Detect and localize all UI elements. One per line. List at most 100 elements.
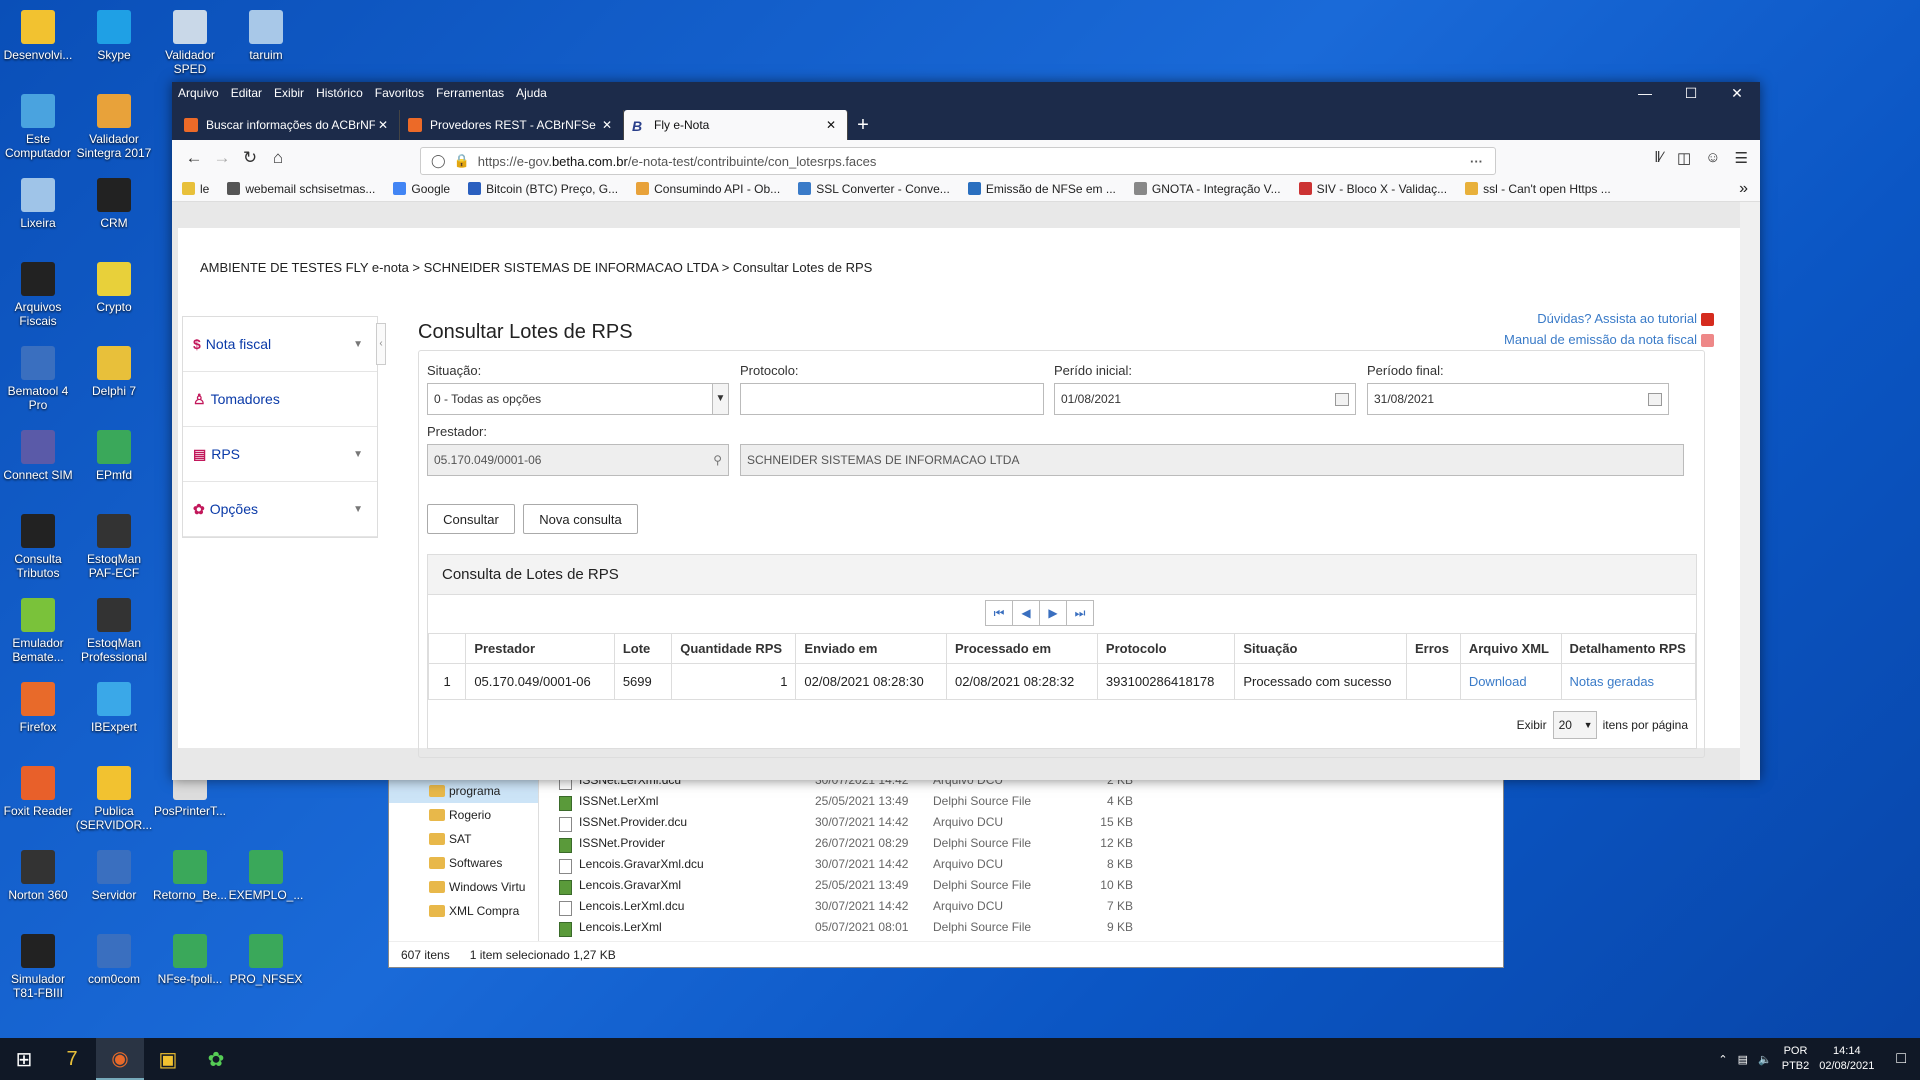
desktop-icon[interactable]: Connect SIM	[0, 430, 78, 482]
close-tab-icon[interactable]: ✕	[823, 118, 839, 132]
new-tab-icon[interactable]: +	[848, 110, 878, 140]
desktop-icon[interactable]: NFse-fpoli...	[150, 934, 230, 986]
menu-item[interactable]: Ferramentas	[436, 86, 504, 100]
page-scrollbar[interactable]	[1740, 202, 1760, 780]
desktop-icon[interactable]: Norton 360	[0, 850, 78, 902]
maximize-icon[interactable]: ☐	[1668, 82, 1714, 104]
sidebar-icon[interactable]: ◫	[1677, 149, 1691, 167]
nav-item[interactable]: SAT	[389, 827, 538, 851]
periodo-final-input[interactable]: 31/08/2021	[1367, 383, 1669, 415]
desktop-icon[interactable]: Este Computador	[0, 94, 78, 160]
bookmark-item[interactable]: Emissão de NFSe em ...	[967, 182, 1116, 196]
desktop-icon[interactable]: Desenvolvi...	[0, 10, 78, 62]
menu-item[interactable]: Exibir	[274, 86, 304, 100]
desktop-icon[interactable]: Lixeira	[0, 178, 78, 230]
file-row[interactable]: Lencois.GravarXml 25/05/2021 13:49 Delphi …	[557, 874, 1489, 895]
notas-geradas-link[interactable]: Notas geradas	[1570, 674, 1655, 689]
desktop-icon[interactable]: Validador Sintegra 2017	[74, 94, 154, 160]
bookmark-item[interactable]: Bitcoin (BTC) Preço, G...	[468, 182, 618, 196]
menu-item[interactable]: Favoritos	[375, 86, 424, 100]
desktop-icon[interactable]: com0com	[74, 934, 154, 986]
desktop-icon[interactable]: Firefox	[0, 682, 78, 734]
address-bar[interactable]: ◯ 🔒 https://e-gov. betha.com.br/e-nota-te…	[420, 147, 1496, 175]
desktop-icon[interactable]: CRM	[74, 178, 154, 230]
desktop-icon[interactable]: Emulador Bemate...	[0, 598, 78, 664]
menu-item[interactable]: Editar	[231, 86, 262, 100]
desktop-icon[interactable]: Arquivos Fiscais	[0, 262, 78, 328]
bookmark-item[interactable]: GNOTA - Integração V...	[1133, 182, 1281, 196]
minimize-icon[interactable]: —	[1622, 82, 1668, 104]
sidebar-item[interactable]: ✿ Opções ▼	[183, 482, 377, 537]
calendar-icon[interactable]	[1335, 392, 1349, 406]
desktop-icon[interactable]: Crypto	[74, 262, 154, 314]
first-page-icon[interactable]: ⏮	[985, 600, 1013, 626]
library-icon[interactable]: ‖∕	[1654, 149, 1663, 167]
search-icon[interactable]: ⚲	[713, 453, 722, 467]
desktop-icon[interactable]: Bematool 4 Pro	[0, 346, 78, 412]
file-row[interactable]: ISSNet.LerXml 25/05/2021 13:49 Delphi Sour…	[557, 790, 1489, 811]
prestador-cnpj-input[interactable]: 05.170.049/0001-06 ⚲	[427, 444, 729, 476]
nova-consulta-button[interactable]: Nova consulta	[523, 504, 638, 534]
download-xml-link[interactable]: Download	[1469, 674, 1527, 689]
bookmark-item[interactable]: SIV - Bloco X - Validaç...	[1298, 182, 1447, 196]
sidebar-item[interactable]: ▤ RPS ▼	[183, 427, 377, 482]
chevron-up-icon[interactable]: ⌃	[1718, 1053, 1727, 1066]
back-icon[interactable]: ←	[180, 148, 208, 168]
consultar-button[interactable]: Consultar	[427, 504, 515, 534]
desktop-icon[interactable]: IBExpert	[74, 682, 154, 734]
prev-page-icon[interactable]: ◀	[1012, 600, 1040, 626]
desktop-icon[interactable]: EXEMPLO_...	[226, 850, 306, 902]
last-page-icon[interactable]: ⏭	[1066, 600, 1094, 626]
more-bookmarks-icon[interactable]: »	[1739, 180, 1748, 198]
notifications-icon[interactable]: □	[1896, 1050, 1906, 1068]
browser-tab[interactable]: B Fly e-Nota ✕	[624, 110, 848, 140]
bookmark-item[interactable]: webemail schsisetmas...	[227, 182, 375, 196]
desktop-icon[interactable]: Publica (SERVIDOR...	[74, 766, 154, 832]
desktop-icon[interactable]: EstoqMan Professional	[74, 598, 154, 664]
next-page-icon[interactable]: ▶	[1039, 600, 1067, 626]
close-icon[interactable]: ✕	[1714, 82, 1760, 104]
desktop-icon[interactable]: Consulta Tributos	[0, 514, 78, 580]
file-row[interactable]: ISSNet.Provider 26/07/2021 08:29 Delphi So…	[557, 832, 1489, 853]
account-icon[interactable]: ☺	[1705, 149, 1720, 167]
tutorial-link[interactable]: Dúvidas? Assista ao tutorial	[1537, 311, 1697, 326]
calendar-icon[interactable]	[1648, 392, 1662, 406]
firefox-taskbar-icon[interactable]: ◉	[96, 1038, 144, 1080]
situacao-select[interactable]: 0 - Todas as opções ▼	[427, 383, 729, 415]
lock-icon[interactable]: 🔒	[454, 153, 470, 169]
shield-icon[interactable]: ◯	[431, 153, 446, 169]
sidebar-item[interactable]: ♙ Tomadores	[183, 372, 377, 427]
nav-item[interactable]: XML Compra	[389, 899, 538, 923]
file-row[interactable]: Lencois.LerXml.dcu 30/07/2021 14:42 Arquiv…	[557, 895, 1489, 916]
delphi-taskbar-icon[interactable]: 7	[48, 1038, 96, 1080]
reload-icon[interactable]: ↻	[236, 148, 264, 168]
explorer-taskbar-icon[interactable]: ▣	[144, 1038, 192, 1080]
nav-item[interactable]: Softwares	[389, 851, 538, 875]
manual-link[interactable]: Manual de emissão da nota fiscal	[1504, 332, 1697, 347]
protocolo-input[interactable]	[740, 383, 1044, 415]
nav-item[interactable]: Rogerio	[389, 803, 538, 827]
language-indicator[interactable]: POR PTB2	[1782, 1044, 1810, 1074]
bookmark-item[interactable]: ssl - Can't open Https ...	[1465, 182, 1611, 196]
desktop-icon[interactable]: Retorno_Be...	[150, 850, 230, 902]
menu-item[interactable]: Histórico	[316, 86, 363, 100]
bookmark-item[interactable]: Google	[393, 182, 450, 196]
nav-item[interactable]: programa	[389, 779, 538, 803]
file-row[interactable]: ISSNet.Provider.dcu 30/07/2021 14:42 Arqui…	[557, 811, 1489, 832]
start-icon[interactable]: ⊞	[0, 1038, 48, 1080]
sidebar-item[interactable]: $ Nota fiscal ▼	[183, 317, 377, 372]
desktop-icon[interactable]: PRO_NFSEX	[226, 934, 306, 986]
desktop-icon[interactable]: Skype	[74, 10, 154, 62]
hamburger-menu-icon[interactable]: ☰	[1735, 149, 1748, 167]
bookmark-item[interactable]: le	[182, 182, 209, 196]
menu-item[interactable]: Ajuda	[516, 86, 547, 100]
close-tab-icon[interactable]: ✕	[375, 118, 391, 132]
desktop-icon[interactable]: Simulador T81-FBIII	[0, 934, 78, 1000]
browser-tab[interactable]: Buscar informações do ACBrNF ✕	[176, 110, 400, 140]
file-row[interactable]: Lencois.LerXml 05/07/2021 08:01 Delphi Sou…	[557, 916, 1489, 937]
close-tab-icon[interactable]: ✕	[599, 118, 615, 132]
bookmark-item[interactable]: Consumindo API - Ob...	[636, 182, 780, 196]
network-icon[interactable]: ▤	[1738, 1053, 1748, 1066]
menu-item[interactable]: Arquivo	[178, 86, 219, 100]
clock[interactable]: 14:14 02/08/2021	[1819, 1044, 1874, 1074]
